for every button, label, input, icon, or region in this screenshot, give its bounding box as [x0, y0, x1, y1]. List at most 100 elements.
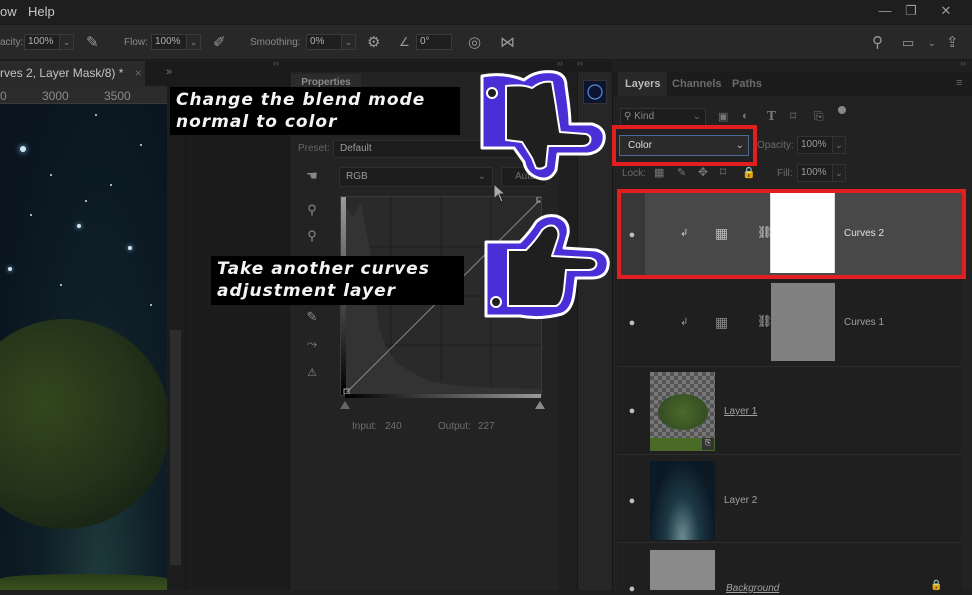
- menu-bar: ow Help — ❐ ✕: [0, 0, 972, 24]
- expand-panels-icon[interactable]: »: [166, 66, 172, 78]
- panel-menu-icon[interactable]: ≡: [956, 77, 962, 89]
- flow-dropdown[interactable]: ⌄: [186, 34, 201, 50]
- flow-field[interactable]: 100%: [151, 34, 187, 50]
- layer-name[interactable]: Background: [726, 583, 779, 594]
- opacity-field[interactable]: 100%: [24, 34, 60, 50]
- eye-icon[interactable]: ●: [625, 496, 639, 507]
- layer-name[interactable]: Layer 1: [724, 406, 757, 417]
- layer-mask-thumbnail[interactable]: [771, 283, 835, 361]
- document-tab[interactable]: rves 2, Layer Mask/8) * ×: [0, 61, 145, 86]
- layer-thumbnail[interactable]: [650, 461, 715, 540]
- close-window-button[interactable]: ✕: [931, 0, 961, 22]
- scrollbar-thumb[interactable]: [170, 330, 181, 565]
- workspace-icon[interactable]: ▭: [902, 35, 914, 51]
- menu-help[interactable]: Help: [28, 4, 55, 19]
- layer-name[interactable]: Layer 2: [724, 495, 757, 506]
- collapse-left-icon[interactable]: ‹‹: [273, 58, 279, 68]
- smooth-curve-icon[interactable]: ⤳: [304, 336, 320, 352]
- layer-thumbnail[interactable]: [650, 550, 715, 590]
- hand-inner: [507, 224, 598, 307]
- search-icon[interactable]: ⚲: [872, 33, 883, 51]
- symmetry-butterfly-icon[interactable]: ⋈: [500, 33, 515, 51]
- input-gradient-bar: [345, 394, 541, 398]
- collapse-right-icon-2[interactable]: ››: [960, 58, 966, 68]
- lock-image-icon[interactable]: ✎: [677, 166, 686, 179]
- black-point-slider[interactable]: [340, 401, 350, 409]
- tree-thumbnail: [658, 394, 708, 430]
- restore-button[interactable]: ❐: [896, 0, 926, 22]
- tab-paths[interactable]: Paths: [725, 72, 769, 96]
- eye-icon[interactable]: ●: [625, 230, 639, 241]
- workspace-dropdown-icon[interactable]: ⌄: [928, 38, 936, 49]
- star: [110, 184, 112, 186]
- star: [95, 114, 97, 116]
- fill-field[interactable]: 100%: [797, 164, 833, 182]
- layer-filter-dropdown[interactable]: ⚲ Kind ⌄: [620, 108, 706, 126]
- star: [128, 246, 132, 250]
- black-point-eyedropper-icon[interactable]: ⚲: [304, 202, 320, 218]
- filter-pixel-icon[interactable]: ▣: [718, 110, 728, 123]
- share-icon[interactable]: ⇪: [946, 33, 959, 51]
- eye-icon[interactable]: ●: [625, 406, 639, 417]
- eye-icon[interactable]: ●: [625, 318, 639, 329]
- tab-channels[interactable]: Channels: [665, 72, 729, 96]
- lock-transparent-icon[interactable]: ▦: [654, 166, 664, 179]
- blend-mode-value: Color: [628, 140, 652, 151]
- fill-label: Fill:: [777, 168, 793, 179]
- fill-dropdown[interactable]: ⌄: [832, 164, 846, 182]
- annotation-top-line1: Change the blend mode: [176, 90, 426, 110]
- filter-toggle-icon[interactable]: [838, 106, 846, 114]
- angle-field[interactable]: 0°: [416, 34, 452, 50]
- mask-link-icon[interactable]: ⛓: [757, 314, 772, 328]
- annotation-bottom: Take another curves adjustment layer: [211, 256, 464, 305]
- flow-label: Flow:: [124, 37, 148, 48]
- lock-all-icon[interactable]: 🔒: [742, 166, 756, 179]
- image-canvas[interactable]: [0, 104, 167, 590]
- tab-layers[interactable]: Layers: [618, 72, 668, 96]
- filter-adjustment-icon[interactable]: ◐: [742, 110, 749, 122]
- lock-artboard-icon[interactable]: ⌑: [720, 165, 726, 179]
- layer-name[interactable]: Curves 2: [844, 228, 884, 239]
- channel-dropdown[interactable]: RGB ⌄: [339, 167, 493, 187]
- layer-lock-icon: 🔒: [930, 580, 943, 591]
- lock-position-icon[interactable]: ✥: [698, 165, 708, 179]
- star: [140, 144, 142, 146]
- menu-window[interactable]: ow: [0, 4, 17, 19]
- layer-opacity-field[interactable]: 100%: [797, 136, 833, 154]
- clip-indicator-icon: ↲: [680, 228, 689, 239]
- airbrush-icon[interactable]: ✐: [213, 33, 226, 51]
- smoothing-label: Smoothing:: [250, 37, 301, 48]
- white-point-slider[interactable]: [535, 401, 545, 409]
- opacity-dropdown[interactable]: ⌄: [59, 34, 74, 50]
- filter-smart-object-icon[interactable]: ⎘: [814, 109, 824, 124]
- gray-point-eyedropper-icon[interactable]: ⚲: [304, 228, 320, 244]
- pressure-opacity-icon[interactable]: ✎: [86, 33, 99, 51]
- close-tab-icon[interactable]: ×: [135, 66, 142, 80]
- horizontal-ruler: 0 3000 3500: [0, 86, 167, 104]
- pencil-icon[interactable]: ✎: [304, 309, 320, 325]
- channel-value: RGB: [346, 171, 368, 182]
- output-label: Output:: [438, 421, 471, 432]
- layer-thumbnail[interactable]: ⎘: [650, 372, 715, 451]
- pressure-size-icon[interactable]: ◎: [468, 33, 481, 51]
- document-tab-title: rves 2, Layer Mask/8) *: [0, 66, 124, 80]
- smoothing-dropdown[interactable]: ⌄: [341, 34, 356, 50]
- blend-mode-dropdown[interactable]: Color ⌄: [619, 135, 749, 156]
- layer-mask-thumbnail[interactable]: [770, 193, 835, 273]
- ruler-tick: 0: [0, 89, 7, 103]
- star: [77, 224, 81, 228]
- clip-indicator-icon: ↲: [680, 317, 689, 328]
- clipping-warning-icon[interactable]: ⚠: [304, 366, 320, 382]
- filter-shape-icon[interactable]: ⌑: [790, 109, 796, 123]
- layer-name[interactable]: Curves 1: [844, 317, 884, 328]
- settings-gear-icon[interactable]: ⚙: [367, 33, 380, 51]
- smoothing-field[interactable]: 0%: [306, 34, 342, 50]
- eye-icon[interactable]: ●: [625, 584, 639, 595]
- on-image-adjust-icon[interactable]: ☚: [304, 168, 320, 184]
- opacity-label: Opacity:: [757, 140, 794, 151]
- layers-panel-tabs: Layers Channels Paths ≡: [613, 72, 972, 96]
- angle-icon: ∠: [399, 35, 410, 49]
- star: [85, 200, 87, 202]
- filter-type-icon[interactable]: T: [767, 109, 776, 123]
- opacity-dropdown[interactable]: ⌄: [832, 136, 846, 154]
